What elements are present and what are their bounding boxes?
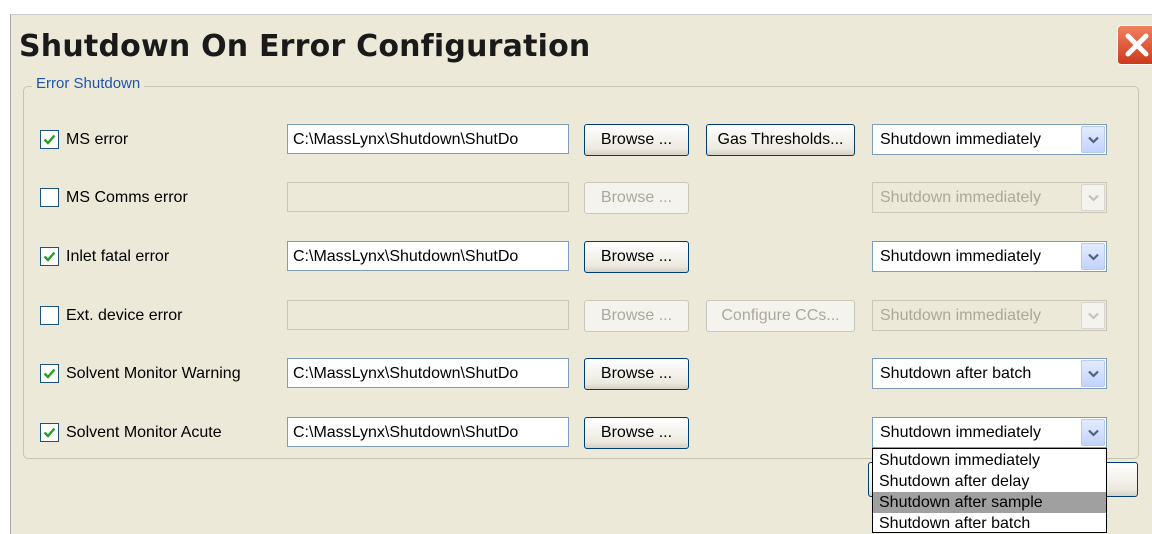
- check-icon: [43, 427, 56, 438]
- ms-error-checkbox[interactable]: [40, 130, 59, 149]
- ms-comms-error-path-input[interactable]: [287, 182, 569, 212]
- ext-device-error-checkbox[interactable]: [40, 306, 59, 325]
- solvent-monitor-warning-label: Solvent Monitor Warning: [66, 365, 241, 382]
- group-legend: Error Shutdown: [32, 75, 145, 92]
- ms-comms-error-action-select[interactable]: Shutdown immediately: [872, 182, 1107, 213]
- dropdown-option[interactable]: Shutdown after delay: [873, 471, 1106, 492]
- title-bar: Shutdown On Error Configuration: [11, 15, 1152, 73]
- solvent-monitor-warning-browse-button[interactable]: Browse ...: [584, 358, 689, 390]
- close-button[interactable]: [1117, 25, 1152, 65]
- chevron-down-icon: [1088, 253, 1099, 261]
- gas-thresholds-button[interactable]: Gas Thresholds...: [706, 124, 855, 156]
- close-icon: [1125, 33, 1149, 57]
- row-inlet-fatal-error: Inlet fatal error C:\MassLynx\Shutdown\S…: [0, 239, 1142, 275]
- inlet-fatal-error-dropdown-button[interactable]: [1081, 243, 1105, 270]
- solvent-monitor-warning-checkbox[interactable]: [40, 364, 59, 383]
- row-solvent-monitor-acute: Solvent Monitor Acute C:\MassLynx\Shutdo…: [0, 415, 1142, 451]
- row-ms-comms-error: MS Comms error Browse ... Shutdown immed…: [0, 180, 1142, 216]
- ms-comms-error-checkbox[interactable]: [40, 188, 59, 207]
- ms-comms-error-action-value: Shutdown immediately: [880, 189, 1041, 206]
- solvent-monitor-warning-path-input[interactable]: C:\MassLynx\Shutdown\ShutDo: [287, 358, 569, 388]
- chevron-down-icon: [1088, 312, 1099, 320]
- ext-device-error-browse-button[interactable]: Browse ...: [584, 300, 689, 332]
- ms-error-dropdown-button[interactable]: [1081, 126, 1105, 153]
- ext-device-error-label: Ext. device error: [66, 307, 183, 324]
- inlet-fatal-error-checkbox[interactable]: [40, 247, 59, 266]
- row-solvent-monitor-warning: Solvent Monitor Warning C:\MassLynx\Shut…: [0, 356, 1142, 392]
- solvent-monitor-acute-action-value: Shutdown immediately: [880, 424, 1041, 441]
- ms-comms-error-browse-button[interactable]: Browse ...: [584, 182, 689, 214]
- ext-device-error-dropdown-button[interactable]: [1081, 302, 1105, 329]
- chevron-down-icon: [1088, 429, 1099, 437]
- solvent-monitor-acute-dropdown-button[interactable]: [1081, 419, 1105, 446]
- configure-ccs-button[interactable]: Configure CCs...: [706, 300, 855, 332]
- solvent-monitor-acute-checkbox[interactable]: [40, 423, 59, 442]
- solvent-monitor-acute-label: Solvent Monitor Acute: [66, 424, 222, 441]
- ms-error-browse-button[interactable]: Browse ...: [584, 124, 689, 156]
- inlet-fatal-error-action-select[interactable]: Shutdown immediately: [872, 241, 1107, 272]
- ms-comms-error-dropdown-button[interactable]: [1081, 184, 1105, 211]
- window-title: Shutdown On Error Configuration: [19, 29, 591, 64]
- ms-error-label: MS error: [66, 131, 129, 148]
- chevron-down-icon: [1088, 136, 1099, 144]
- row-ext-device-error: Ext. device error Browse ... Configure C…: [0, 298, 1142, 334]
- chevron-down-icon: [1088, 194, 1099, 202]
- ext-device-error-path-input[interactable]: [287, 300, 569, 330]
- inlet-fatal-error-action-value: Shutdown immediately: [880, 248, 1041, 265]
- dropdown-option-highlighted[interactable]: Shutdown after sample: [873, 492, 1106, 513]
- ms-error-path-input[interactable]: C:\MassLynx\Shutdown\ShutDo: [287, 124, 569, 154]
- inlet-fatal-error-label: Inlet fatal error: [66, 248, 170, 265]
- ms-error-action-value: Shutdown immediately: [880, 131, 1041, 148]
- ext-device-error-action-select[interactable]: Shutdown immediately: [872, 300, 1107, 331]
- chevron-down-icon: [1088, 370, 1099, 378]
- check-icon: [43, 134, 56, 145]
- ms-comms-error-label: MS Comms error: [66, 189, 188, 206]
- inlet-fatal-error-path-input[interactable]: C:\MassLynx\Shutdown\ShutDo: [287, 241, 569, 271]
- solvent-monitor-warning-action-value: Shutdown after batch: [880, 365, 1032, 382]
- ext-device-error-action-value: Shutdown immediately: [880, 307, 1041, 324]
- inlet-fatal-error-browse-button[interactable]: Browse ...: [584, 241, 689, 273]
- solvent-monitor-warning-dropdown-button[interactable]: [1081, 360, 1105, 387]
- solvent-monitor-acute-path-input[interactable]: C:\MassLynx\Shutdown\ShutDo: [287, 417, 569, 447]
- row-ms-error: MS error C:\MassLynx\Shutdown\ShutDo Bro…: [0, 122, 1142, 158]
- check-icon: [43, 368, 56, 379]
- ms-error-action-select[interactable]: Shutdown immediately: [872, 124, 1107, 155]
- solvent-monitor-acute-browse-button[interactable]: Browse ...: [584, 417, 689, 449]
- solvent-monitor-acute-action-select[interactable]: Shutdown immediately: [872, 417, 1107, 448]
- dropdown-option[interactable]: Shutdown immediately: [873, 450, 1106, 471]
- check-icon: [43, 251, 56, 262]
- dropdown-option[interactable]: Shutdown after batch: [873, 513, 1106, 532]
- action-dropdown-list: Shutdown immediately Shutdown after dela…: [872, 448, 1107, 533]
- solvent-monitor-warning-action-select[interactable]: Shutdown after batch: [872, 358, 1107, 389]
